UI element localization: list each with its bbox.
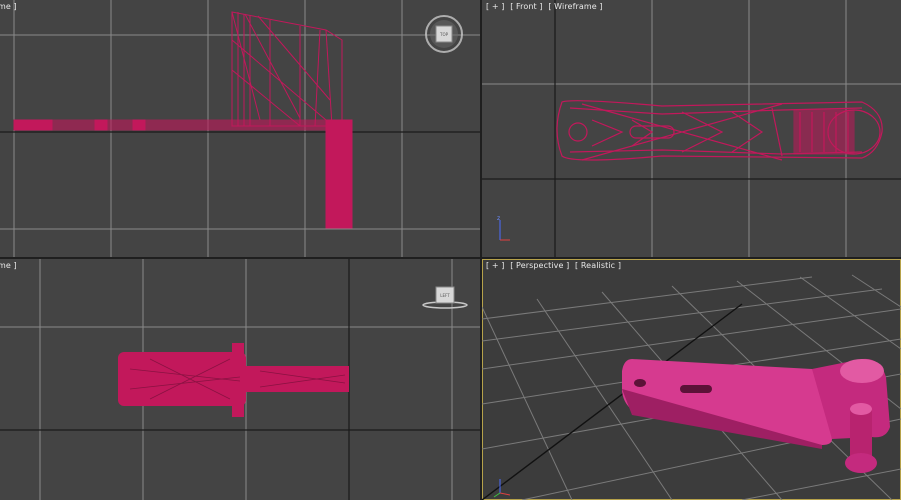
viewport-front-canvas: z — [482, 0, 901, 257]
viewport-pov-label[interactable]: [ Perspective ] — [510, 261, 569, 270]
viewport-perspective-canvas — [482, 274, 901, 500]
viewport-perspective[interactable]: [ + ] [ Perspective ] [ Realistic ] — [482, 259, 901, 500]
viewcube-top-face: TOP — [439, 32, 449, 37]
viewport-top-left-canvas: TOP — [0, 0, 480, 257]
viewport-top-left-label[interactable]: me ] — [0, 2, 17, 11]
viewport-left[interactable]: LEFT me ] — [0, 259, 480, 500]
axis-tripod-icon: z — [497, 215, 510, 241]
wireframe-object-front — [556, 100, 883, 161]
viewport-perspective-label[interactable]: [ + ] [ Perspective ] [ Realistic ] — [486, 261, 624, 270]
viewport-front[interactable]: z [ + ] [ Front ] [ Wireframe ] — [482, 0, 901, 257]
viewport-pov-label[interactable]: [ Front ] — [510, 2, 542, 11]
realistic-object-perspective — [622, 358, 890, 473]
viewport-menu-plus[interactable]: [ + ] — [486, 261, 505, 270]
svg-text:z: z — [497, 215, 500, 222]
viewport-shading-label[interactable]: [ Realistic ] — [575, 261, 621, 270]
wireframe-object-left — [118, 343, 349, 417]
viewport-top-left[interactable]: TOP me ] — [0, 0, 480, 257]
viewport-left-canvas: LEFT — [0, 259, 480, 500]
viewport-left-label[interactable]: me ] — [0, 261, 17, 270]
wireframe-object-top — [13, 11, 353, 229]
axis-tripod-perspective-icon — [493, 479, 511, 498]
viewcube-left-icon: LEFT — [422, 286, 468, 309]
viewport-shading-label[interactable]: [ Wireframe ] — [548, 2, 602, 11]
viewcube-left-face: LEFT — [440, 293, 450, 298]
viewcube-top-icon: TOP — [425, 15, 463, 53]
viewport-front-label[interactable]: [ + ] [ Front ] [ Wireframe ] — [486, 2, 606, 11]
viewport-menu-plus[interactable]: [ + ] — [486, 2, 505, 11]
